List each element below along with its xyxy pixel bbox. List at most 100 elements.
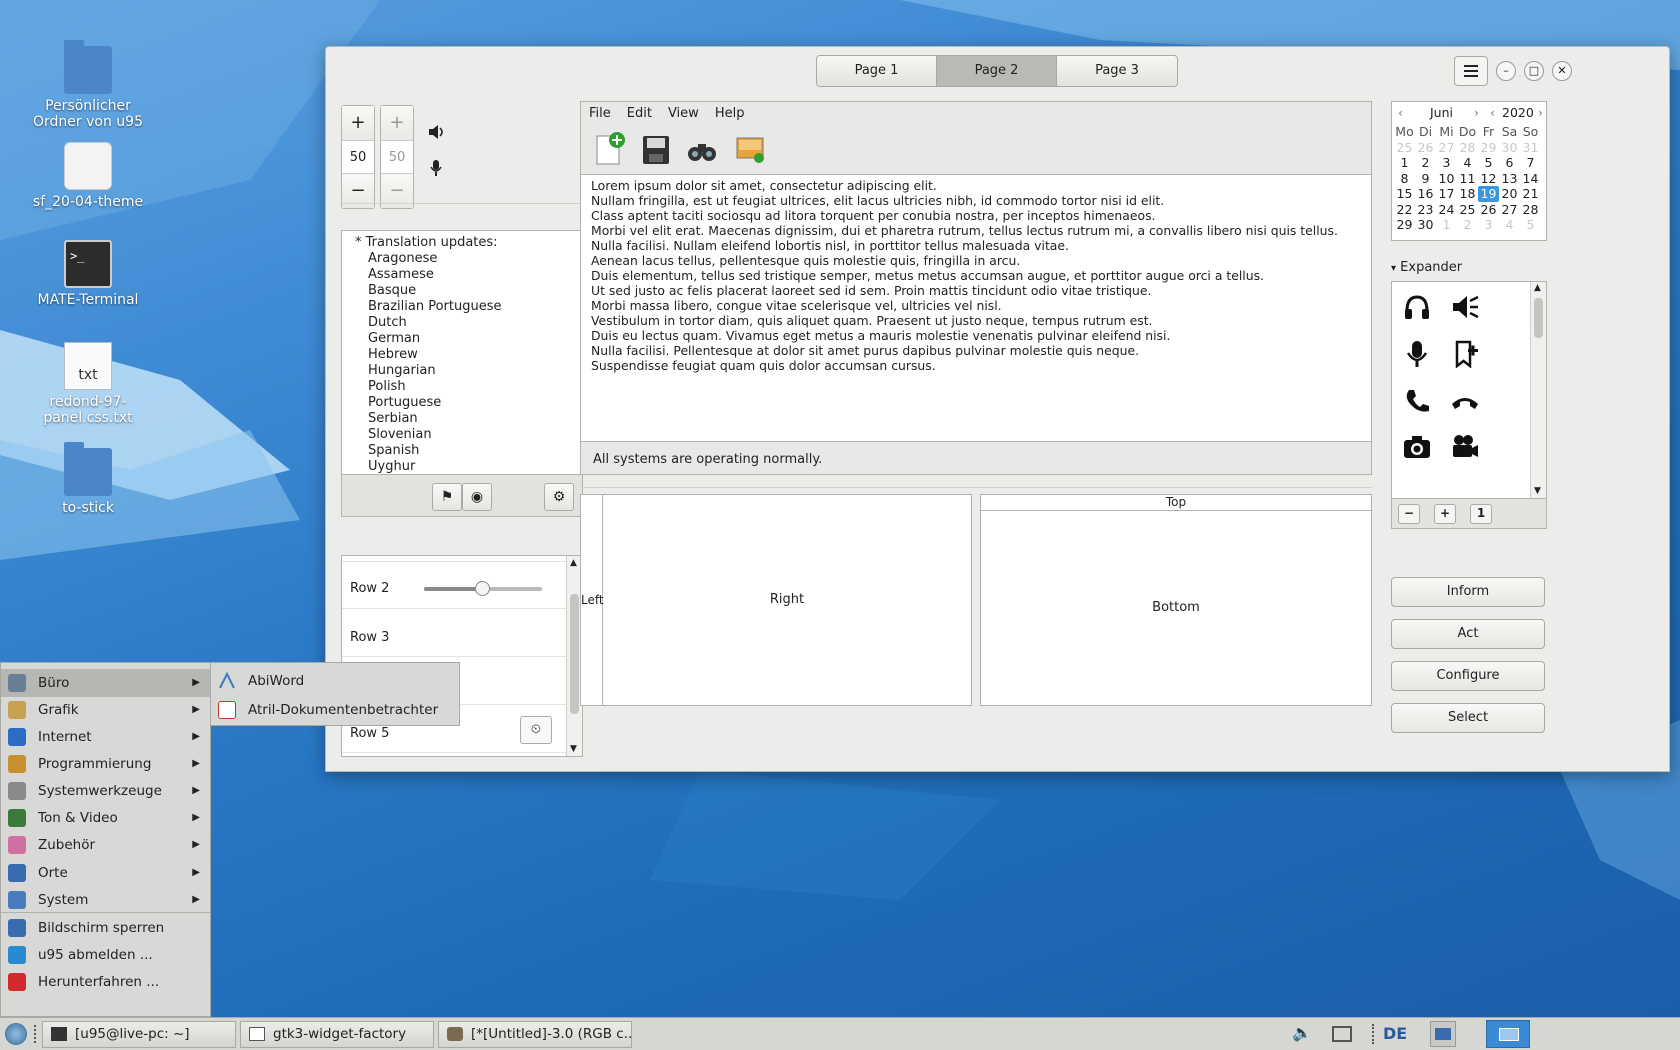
list-item[interactable]: Hebrew xyxy=(355,347,582,363)
list-item[interactable]: Serbian xyxy=(355,411,582,427)
calendar[interactable]: ‹ Juni › ‹ 2020 › Mo Di Mi Do Fr Sa So 25 26 27 28… xyxy=(1391,101,1547,241)
calendar-day[interactable]: 25 xyxy=(1394,140,1415,156)
binoculars-icon[interactable] xyxy=(685,132,719,166)
one-button[interactable]: 1 xyxy=(1470,504,1492,524)
camera-button[interactable]: ◉ xyxy=(462,483,492,511)
calendar-day[interactable]: 22 xyxy=(1394,202,1415,218)
keyboard-layout-indicator[interactable]: DE xyxy=(1383,1024,1407,1043)
calendar-day[interactable]: 23 xyxy=(1415,202,1436,218)
calendar-day[interactable]: 4 xyxy=(1499,217,1520,233)
calendar-day[interactable]: 28 xyxy=(1520,202,1541,218)
video-camera-icon[interactable] xyxy=(1448,430,1482,464)
menu-file[interactable]: File xyxy=(589,106,611,126)
network-icon[interactable] xyxy=(1332,1026,1352,1042)
list-item[interactable]: Dutch xyxy=(355,315,582,331)
menu-item-1[interactable]: Grafik ▶ xyxy=(1,696,210,724)
headphones-icon[interactable] xyxy=(1400,290,1434,324)
tab-page-1[interactable]: Page 1 xyxy=(817,56,937,86)
list-item[interactable]: Hungarian xyxy=(355,363,582,379)
list-item[interactable]: Slovenian xyxy=(355,427,582,443)
scrollbar-thumb[interactable] xyxy=(570,594,579,714)
calendar-day[interactable]: 11 xyxy=(1457,171,1478,187)
spin-button-vertical[interactable]: + 50 − xyxy=(341,105,375,209)
menu-item-2[interactable]: Internet ▶ xyxy=(1,723,210,751)
vertical-scrollbar[interactable]: ▲ ▼ xyxy=(1530,282,1546,498)
desktop-icon-drive[interactable]: sf_20-04-theme xyxy=(23,142,153,210)
list-item[interactable]: Brazilian Portuguese xyxy=(355,299,582,315)
calendar-day[interactable]: 26 xyxy=(1415,140,1436,156)
menu-item-atril[interactable]: Atril-Dokumentenbetrachter xyxy=(211,696,459,724)
calendar-day[interactable]: 12 xyxy=(1478,171,1499,187)
calendar-day[interactable]: 30 xyxy=(1415,217,1436,233)
act-button[interactable]: Act xyxy=(1391,619,1545,649)
next-year-button[interactable]: › xyxy=(1538,105,1543,120)
calendar-day[interactable]: 18 xyxy=(1457,186,1478,202)
volume-icon[interactable]: 🔈 xyxy=(1292,1023,1312,1042)
slider-track[interactable] xyxy=(424,581,542,596)
expander[interactable]: ▾ Expander xyxy=(1391,260,1462,275)
calendar-day[interactable]: 27 xyxy=(1499,202,1520,218)
slider-handle[interactable] xyxy=(474,581,490,596)
spin-plus-button[interactable]: + xyxy=(342,106,374,140)
row-action-button[interactable]: ⏲ xyxy=(520,716,552,744)
calendar-day[interactable]: 1 xyxy=(1394,155,1415,171)
calendar-day[interactable]: 31 xyxy=(1520,140,1541,156)
calendar-day[interactable]: 3 xyxy=(1478,217,1499,233)
menu-edit[interactable]: Edit xyxy=(627,106,652,126)
desktop-icon-textfile[interactable]: txt redond-97-panel.css.txt xyxy=(23,342,153,426)
next-month-button[interactable]: › xyxy=(1474,105,1479,120)
calendar-day[interactable]: 5 xyxy=(1478,155,1499,171)
desktop-icon-home[interactable]: Persönlicher Ordner von u95 xyxy=(23,40,153,130)
scrollbar-thumb[interactable] xyxy=(1534,298,1543,338)
scroll-down-icon[interactable]: ▼ xyxy=(570,744,577,754)
menu-item-3[interactable]: Programmierung ▶ xyxy=(1,750,210,778)
calendar-day[interactable]: 20 xyxy=(1499,186,1520,202)
maximize-button[interactable]: □ xyxy=(1524,61,1544,81)
select-button[interactable]: Select xyxy=(1391,703,1545,733)
list-item[interactable]: Aragonese xyxy=(355,251,582,267)
menu-item-8[interactable]: System ▶ xyxy=(1,886,210,914)
workspace-switcher-1[interactable] xyxy=(1486,1020,1530,1048)
calendar-day[interactable]: 21 xyxy=(1520,186,1541,202)
tab-page-2[interactable]: Page 2 xyxy=(937,56,1057,86)
desktop-icon-terminal[interactable]: >_ MATE-Terminal xyxy=(23,240,153,308)
calendar-day[interactable]: 24 xyxy=(1436,202,1457,218)
translation-list[interactable]: * Translation updates: Aragonese Assamese… xyxy=(341,230,583,475)
list-item[interactable]: Uyghur xyxy=(355,459,582,475)
calendar-day[interactable]: 30 xyxy=(1499,140,1520,156)
list-item[interactable]: Assamese xyxy=(355,267,582,283)
add-button[interactable]: + xyxy=(1434,504,1456,524)
hang-up-icon[interactable] xyxy=(1448,384,1482,418)
calendar-day[interactable]: 10 xyxy=(1436,171,1457,187)
calendar-day[interactable]: 9 xyxy=(1415,171,1436,187)
bookmark-add-icon[interactable] xyxy=(1448,337,1482,371)
desktop-icon-folder[interactable]: to-stick xyxy=(23,442,153,516)
menu-view[interactable]: View xyxy=(668,106,699,126)
new-document-icon[interactable] xyxy=(593,132,627,166)
panel-handle[interactable] xyxy=(34,1025,38,1043)
calendar-day[interactable]: 16 xyxy=(1415,186,1436,202)
insert-image-icon[interactable] xyxy=(733,132,767,166)
save-icon[interactable] xyxy=(639,132,673,166)
menu-item-abiword[interactable]: AbiWord xyxy=(211,667,459,695)
microphone-icon[interactable] xyxy=(1400,337,1434,371)
flag-button[interactable]: ⚑ xyxy=(432,483,462,511)
calendar-day[interactable]: 29 xyxy=(1394,217,1415,233)
inform-button[interactable]: Inform xyxy=(1391,577,1545,607)
speaker-muted-icon[interactable] xyxy=(1448,290,1482,324)
volume-icon[interactable] xyxy=(429,125,445,139)
taskbar-button-terminal[interactable]: [u95@live-pc: ~] xyxy=(42,1021,236,1048)
calendar-day[interactable]: 26 xyxy=(1478,202,1499,218)
menu-item-0[interactable]: Büro ▶ xyxy=(1,669,210,697)
calendar-day[interactable]: 4 xyxy=(1457,155,1478,171)
calendar-day[interactable]: 25 xyxy=(1457,202,1478,218)
menu-launcher-icon[interactable] xyxy=(5,1023,27,1045)
calendar-day[interactable]: 5 xyxy=(1520,217,1541,233)
close-button[interactable]: ✕ xyxy=(1552,61,1572,81)
menu-item-4[interactable]: Systemwerkzeuge ▶ xyxy=(1,777,210,805)
list-item[interactable]: Polish xyxy=(355,379,582,395)
menu-help[interactable]: Help xyxy=(715,106,745,126)
taskbar-button-widget-factory[interactable]: gtk3-widget-factory xyxy=(240,1021,434,1048)
calendar-day-selected[interactable]: 19 xyxy=(1478,186,1499,202)
calendar-day[interactable]: 27 xyxy=(1436,140,1457,156)
